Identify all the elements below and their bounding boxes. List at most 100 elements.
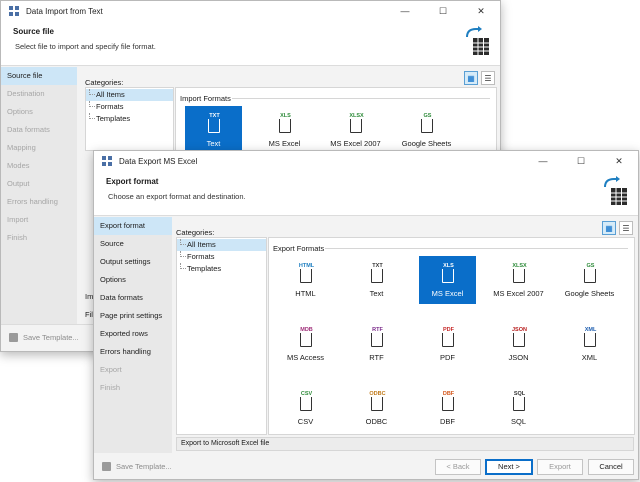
format-tile-ms-excel[interactable]: XLS MS Excel	[256, 106, 313, 154]
format-tag: MDB	[296, 327, 317, 333]
pdf-file-icon: PDF	[438, 327, 459, 347]
nav-item-export-format[interactable]: Export format	[94, 217, 172, 235]
list-view-button[interactable]: ☰	[619, 221, 633, 235]
close-icon[interactable]: ✕	[600, 151, 638, 171]
format-tile-google-sheets[interactable]: GS Google Sheets	[398, 106, 455, 154]
format-name: DBF	[440, 417, 455, 426]
maximize-icon[interactable]: ☐	[424, 1, 462, 21]
format-name: Text	[206, 139, 221, 148]
page-description: Choose an export format and destination.	[108, 192, 246, 201]
nav-item-exported-rows[interactable]: Exported rows	[94, 325, 172, 343]
save-template-button[interactable]: Save Template...	[102, 462, 172, 471]
format-tile-text[interactable]: TXT Text	[185, 106, 242, 154]
category-label: Templates	[187, 264, 222, 273]
save-template-label: Save Template...	[116, 462, 172, 471]
export-window: Data Export MS Excel — ☐ ✕ Export format…	[93, 150, 639, 480]
format-tag: TXT	[367, 263, 388, 269]
format-tile-odbc[interactable]: ODBC ODBC	[348, 384, 405, 432]
window-title: Data Export MS Excel	[119, 156, 198, 166]
format-tile-ms-excel-2007[interactable]: XLSX MS Excel 2007	[327, 106, 384, 154]
format-tag: ODBC	[367, 391, 388, 397]
category-templates[interactable]: Templates	[177, 263, 266, 275]
format-tile-ms-excel-2007[interactable]: XLSX MS Excel 2007	[490, 256, 547, 304]
format-tile-ms-excel[interactable]: XLS MS Excel	[419, 256, 476, 304]
format-name: ODBC	[365, 417, 388, 426]
format-tag: GS	[580, 263, 601, 269]
nav-item-data-formats: Data formats	[7, 125, 50, 134]
xml-file-icon: XML	[580, 327, 601, 347]
odbc-file-icon: ODBC	[367, 391, 388, 411]
format-tag: XLS	[275, 113, 296, 119]
nav-item-output-settings[interactable]: Output settings	[94, 253, 172, 271]
minimize-icon[interactable]: —	[524, 151, 562, 171]
cancel-button[interactable]: Cancel	[588, 459, 634, 475]
back-button[interactable]: < Back	[435, 459, 481, 475]
format-tag: TXT	[204, 113, 225, 119]
dbf-file-icon: DBF	[438, 391, 459, 411]
format-tile-xml[interactable]: XML XML	[561, 320, 618, 368]
txt-file-icon: TXT	[204, 113, 225, 133]
nav-item-options: Options	[7, 107, 33, 116]
format-tile-sql[interactable]: SQL SQL	[490, 384, 547, 432]
next-button[interactable]: Next >	[485, 459, 533, 475]
nav-item-import: Import	[7, 215, 29, 224]
nav-item-source[interactable]: Source	[94, 235, 172, 253]
grid-view-button[interactable]: ▦	[602, 221, 616, 235]
nav-item-mapping: Mapping	[7, 143, 36, 152]
title-bar: Data Export MS Excel — ☐ ✕	[94, 151, 638, 171]
format-tile-csv[interactable]: CSV CSV	[277, 384, 334, 432]
page-title: Source file	[13, 27, 54, 36]
export-table-icon	[604, 176, 627, 205]
import-formats-panel: Import Formats TXT Text XLS MS Excel XLSX MS …	[175, 87, 497, 154]
app-icon	[102, 155, 113, 167]
formats-title: Export Formats	[273, 244, 325, 253]
nav-item-page-print-settings[interactable]: Page print settings	[94, 307, 172, 325]
nav-item-options[interactable]: Options	[94, 271, 172, 289]
category-label: Templates	[96, 114, 131, 123]
nav-item-source-file[interactable]: Source file	[1, 67, 77, 85]
nav-item-data-formats[interactable]: Data formats	[94, 289, 172, 307]
save-template-button[interactable]: Save Template...	[9, 333, 79, 342]
category-all-items[interactable]: All Items	[177, 239, 266, 251]
format-tile-google-sheets[interactable]: GS Google Sheets	[561, 256, 618, 304]
grid-view-button[interactable]: ▦	[464, 71, 478, 85]
nav-item-errors-handling[interactable]: Errors handling	[94, 343, 172, 361]
format-tag: XML	[580, 327, 601, 333]
category-formats[interactable]: Formats	[86, 101, 173, 113]
close-icon[interactable]: ✕	[462, 1, 500, 21]
floppy-icon	[102, 462, 111, 471]
html-file-icon: HTML	[296, 263, 317, 283]
format-tile-text[interactable]: TXT Text	[348, 256, 405, 304]
format-tile-html[interactable]: HTML HTML	[277, 256, 334, 304]
wizard-nav: Source file Destination Options Data format…	[1, 67, 77, 325]
title-bar: Data Import from Text — ☐ ✕	[1, 1, 500, 21]
format-tile-json[interactable]: JSON JSON	[490, 320, 547, 368]
category-label: All Items	[96, 90, 125, 99]
format-name: HTML	[295, 289, 316, 298]
format-tag: XLSX	[509, 263, 530, 269]
format-tile-dbf[interactable]: DBF DBF	[419, 384, 476, 432]
format-tile-ms-access[interactable]: MDB MS Access	[277, 320, 334, 368]
format-name: XML	[581, 353, 598, 362]
page-description: Select file to import and specify file f…	[15, 42, 156, 51]
minimize-icon[interactable]: —	[386, 1, 424, 21]
nav-item-finish: Finish	[100, 383, 121, 392]
categories-tree[interactable]: All Items Formats Templates	[176, 237, 267, 435]
category-templates[interactable]: Templates	[86, 113, 173, 125]
format-tag: SQL	[509, 391, 530, 397]
category-all-items[interactable]: All Items	[86, 89, 173, 101]
export-button[interactable]: Export	[537, 459, 583, 475]
format-tile-pdf[interactable]: PDF PDF	[419, 320, 476, 368]
category-formats[interactable]: Formats	[177, 251, 266, 263]
maximize-icon[interactable]: ☐	[562, 151, 600, 171]
categories-tree[interactable]: All Items Formats Templates	[85, 87, 174, 151]
nav-item-modes: Modes	[7, 161, 30, 170]
wizard-header: Source file Select file to import and sp…	[1, 21, 500, 66]
list-view-button[interactable]: ☰	[481, 71, 495, 85]
tree-connector	[89, 101, 95, 107]
format-name: SQL	[510, 417, 526, 426]
format-tile-rtf[interactable]: RTF RTF	[348, 320, 405, 368]
format-tag: PDF	[438, 327, 459, 333]
category-label: All Items	[187, 240, 216, 249]
category-label: Formats	[96, 102, 124, 111]
